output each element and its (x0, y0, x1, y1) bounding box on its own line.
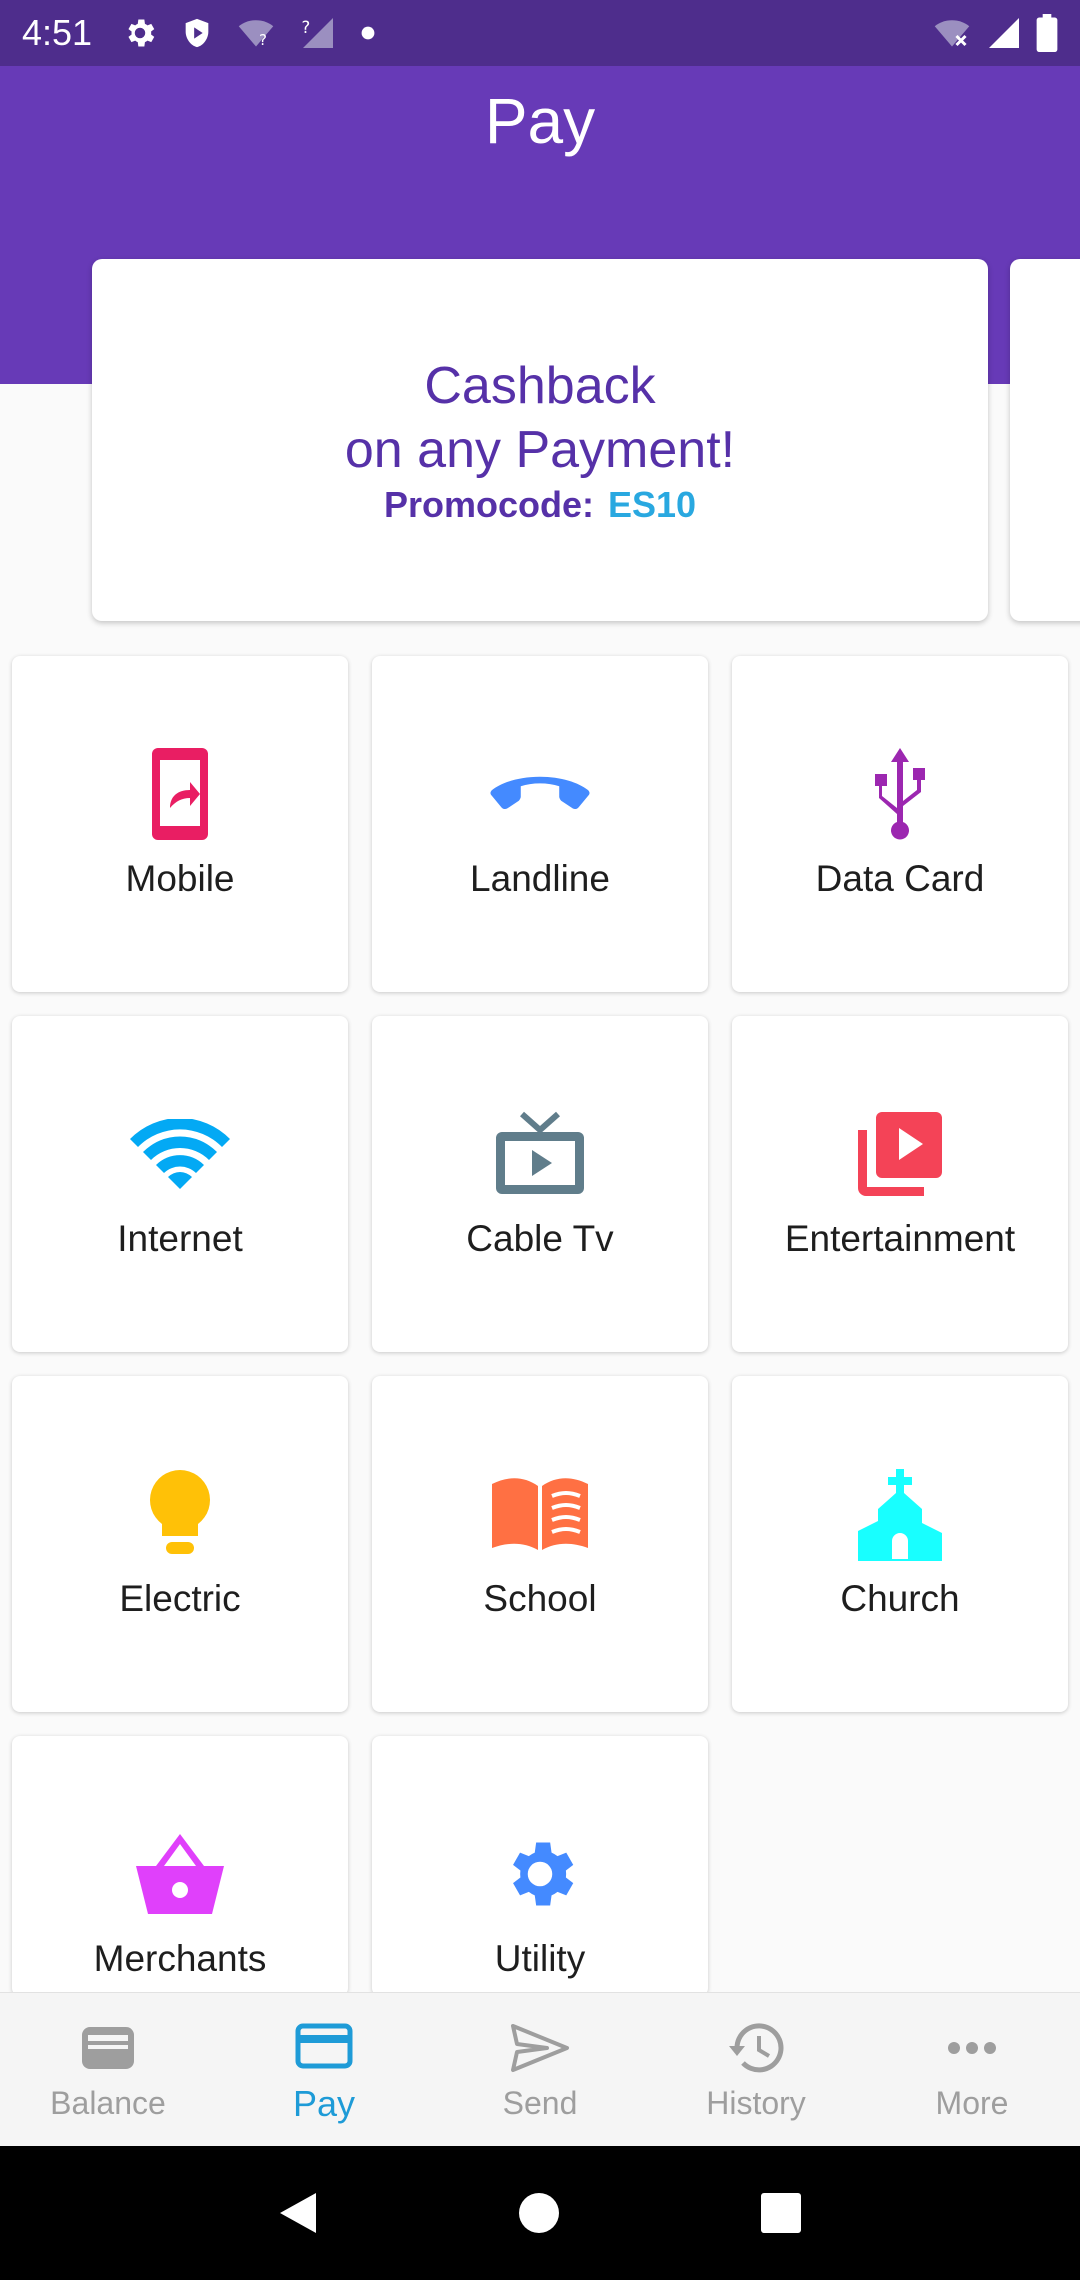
category-label: School (483, 1578, 597, 1619)
nav-history[interactable]: History (648, 1993, 864, 2146)
page-title: Pay (484, 85, 596, 157)
status-icons-right (932, 14, 1058, 52)
bottom-nav: Balance Pay Send History More (0, 1992, 1080, 2146)
category-tile-data-card[interactable]: Data Card (732, 656, 1068, 992)
lightbulb-icon (130, 1464, 230, 1564)
wifi-icon (130, 1104, 230, 1204)
more-horizontal-icon (947, 2017, 997, 2079)
status-time: 4:51 (22, 12, 93, 53)
church-icon (850, 1464, 950, 1564)
promo-line-1: Cashback (424, 357, 656, 415)
nav-more[interactable]: More (864, 1993, 1080, 2146)
svg-text:?: ? (259, 31, 267, 49)
nav-label: Send (502, 2085, 578, 2121)
category-label: Electric (119, 1578, 241, 1619)
category-tile-merchants[interactable]: Merchants (12, 1736, 348, 1996)
nav-send[interactable]: Send (432, 1993, 648, 2146)
credit-card-icon (295, 2015, 353, 2077)
category-tile-mobile[interactable]: Mobile (12, 656, 348, 992)
category-tile-electric[interactable]: Electric (12, 1376, 348, 1712)
nav-label: More (935, 2085, 1009, 2121)
tv-icon (490, 1104, 590, 1204)
gear-icon (128, 19, 155, 47)
gear-icon (490, 1824, 590, 1924)
category-tile-utility[interactable]: Utility (372, 1736, 708, 1996)
category-label: Merchants (93, 1938, 267, 1979)
category-label: Entertainment (784, 1218, 1016, 1259)
category-label: Church (840, 1578, 960, 1619)
wifi-off-icon (934, 20, 970, 47)
send-icon (510, 2017, 570, 2079)
battery-icon (1036, 14, 1058, 52)
recents-icon[interactable] (760, 2192, 802, 2234)
shield-icon (185, 18, 209, 48)
usb-icon (850, 744, 950, 844)
category-tile-school[interactable]: School (372, 1376, 708, 1712)
promo-line-2: on any Payment! (344, 421, 736, 479)
promo-banner[interactable]: Cashback on any Payment! Promocode: ES10 (92, 259, 988, 621)
svg-text:?: ? (302, 18, 311, 37)
promo-code-label: Promocode: (383, 484, 594, 525)
signal-question-icon: ? (302, 18, 334, 48)
category-tile-church[interactable]: Church (732, 1376, 1068, 1712)
wifi-question-icon: ? (238, 20, 274, 49)
promo-code-value: ES10 (607, 484, 697, 525)
nav-balance[interactable]: Balance (0, 1993, 216, 2146)
home-icon[interactable] (518, 2192, 560, 2234)
book-icon (490, 1464, 590, 1564)
promo-banner-next[interactable] (1010, 259, 1080, 621)
video-library-icon (850, 1104, 950, 1204)
category-tile-cable-tv[interactable]: Cable Tv (372, 1016, 708, 1352)
nav-label: Pay (292, 2082, 356, 2124)
nav-label: Balance (50, 2085, 166, 2121)
dot-icon (361, 26, 375, 40)
category-tile-landline[interactable]: Landline (372, 656, 708, 992)
category-tile-internet[interactable]: Internet (12, 1016, 348, 1352)
category-tile-entertainment[interactable]: Entertainment (732, 1016, 1068, 1352)
nav-pay[interactable]: Pay (216, 1993, 432, 2146)
category-label: Cable Tv (466, 1218, 614, 1259)
category-label: Data Card (815, 858, 985, 899)
system-nav-bar (0, 2146, 1080, 2280)
promo-code-line: Promocode: ES10 (384, 484, 696, 526)
basket-icon (130, 1824, 230, 1924)
phone-hangup-icon (490, 744, 590, 844)
mobile-icon (130, 744, 230, 844)
back-icon[interactable] (278, 2191, 318, 2235)
category-label: Mobile (125, 858, 235, 899)
category-label: Landline (470, 858, 610, 899)
history-icon (727, 2017, 785, 2079)
status-icons-left: ? ? (122, 15, 376, 51)
category-label: Utility (494, 1938, 586, 1979)
signal-icon (989, 18, 1019, 48)
status-bar: 4:51 ? ? (0, 0, 1080, 66)
category-label: Internet (117, 1218, 243, 1259)
wallet-icon (80, 2017, 136, 2079)
nav-label: History (706, 2085, 806, 2121)
